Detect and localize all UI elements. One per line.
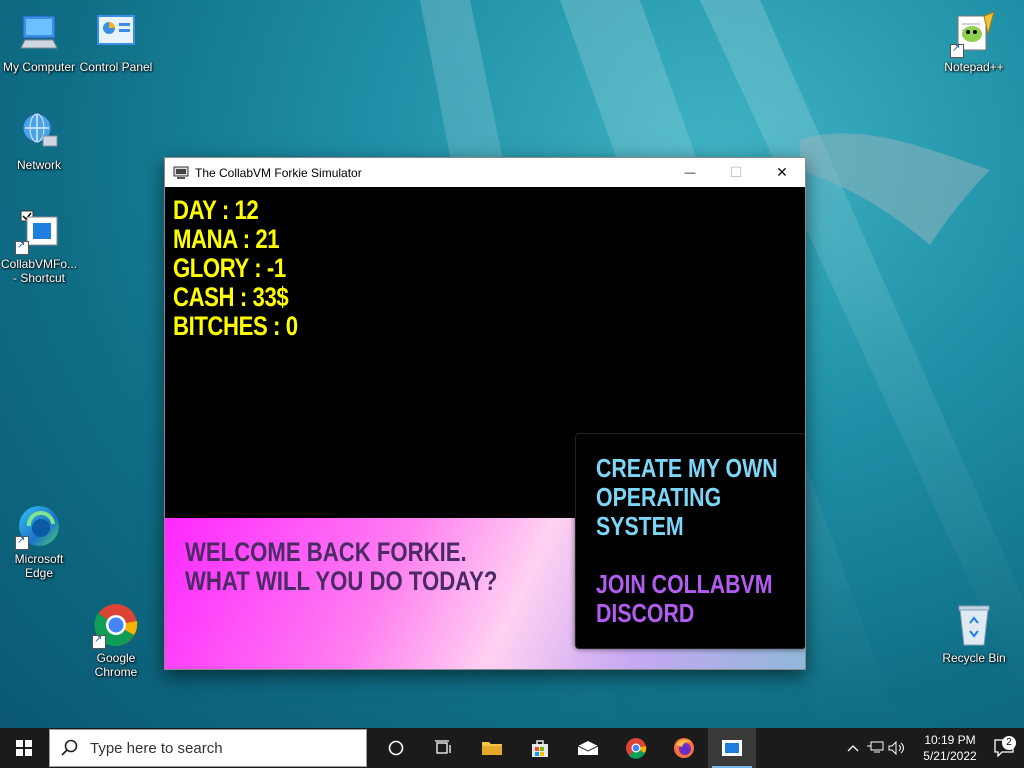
stat-day: DAY : 12	[173, 195, 259, 225]
desktop-icon-edge[interactable]: Microsoft Edge	[1, 502, 77, 580]
desktop-icon-chrome[interactable]: Google Chrome	[78, 601, 154, 679]
desktop-icon-label: Google Chrome	[94, 651, 138, 679]
desktop-icon-label: Control Panel	[79, 60, 153, 74]
window-title: The CollabVM Forkie Simulator	[195, 165, 362, 180]
join-discord-line-2: DISCORD	[596, 598, 695, 628]
stat-mana: MANA : 21	[173, 224, 280, 254]
app-window-icon	[722, 740, 742, 756]
search-icon	[50, 739, 90, 757]
taskbar-search-box[interactable]: Type here to search	[49, 729, 367, 767]
action-menu: CREATE MY OWN OPERATING SYSTEM JOIN COLL…	[575, 433, 805, 649]
welcome-line-1: WELCOME BACK FORKIE.	[185, 537, 467, 567]
app-window: The CollabVM Forkie Simulator — ☐ ✕ DAY …	[164, 157, 806, 670]
shortcut-arrow-icon	[92, 633, 106, 649]
stat-glory: GLORY : -1	[173, 253, 286, 283]
folder-icon	[482, 742, 502, 755]
welcome-message: WELCOME BACK FORKIE. WHAT WILL YOU DO TO…	[185, 538, 497, 596]
cortana-button[interactable]	[372, 728, 420, 768]
edge-icon	[15, 502, 63, 550]
start-button[interactable]	[0, 728, 48, 768]
taskbar: Type here to search 10:19 PM 5/21/2022 2	[0, 728, 1024, 768]
notepadpp-icon	[950, 10, 998, 58]
stat-bitches: BITCHES : 0	[173, 311, 298, 341]
close-button[interactable]: ✕	[759, 158, 805, 187]
network-icon	[15, 108, 63, 156]
window-controls: — ☐ ✕	[667, 158, 805, 187]
maximize-button[interactable]: ☐	[713, 158, 759, 187]
forkie-simulator-taskbar-button[interactable]	[708, 728, 756, 768]
window-titlebar[interactable]: The CollabVM Forkie Simulator — ☐ ✕	[165, 158, 805, 187]
task-view-button[interactable]	[420, 728, 468, 768]
desktop-icon-my-computer[interactable]: My Computer	[1, 10, 77, 74]
file-explorer-button[interactable]	[468, 728, 516, 768]
create-os-line-1: CREATE MY OWN	[596, 453, 778, 483]
mail-button[interactable]	[564, 728, 612, 768]
desktop-icon-collabvm-shortcut[interactable]: CollabVMFo... - Shortcut	[1, 207, 77, 285]
shortcut-arrow-icon	[950, 42, 964, 58]
desktop-icon-label: Microsoft Edge	[14, 552, 64, 580]
taskbar-clock[interactable]: 10:19 PM 5/21/2022	[916, 732, 984, 764]
firefox-taskbar-button[interactable]	[660, 728, 708, 768]
chevron-up-icon[interactable]	[842, 744, 864, 752]
clock-time: 10:19 PM	[924, 733, 976, 747]
chrome-icon	[92, 601, 140, 649]
computer-icon	[15, 10, 63, 58]
desktop-icon-label: Notepad++	[944, 60, 1004, 74]
shortcut-arrow-icon	[15, 534, 29, 550]
recycle-bin-icon	[950, 601, 998, 649]
volume-icon[interactable]	[886, 741, 908, 755]
notification-center-button[interactable]: 2	[984, 736, 1024, 757]
mail-icon	[577, 741, 599, 755]
chrome-taskbar-button[interactable]	[612, 728, 660, 768]
app-icon	[173, 166, 189, 179]
store-icon	[532, 740, 548, 757]
search-placeholder: Type here to search	[90, 739, 223, 757]
clock-date: 5/21/2022	[923, 749, 977, 763]
shortcut-arrow-icon	[15, 239, 29, 255]
desktop-icon-recycle-bin[interactable]: Recycle Bin	[936, 601, 1012, 665]
firefox-icon	[674, 738, 694, 758]
desktop-icon-network[interactable]: Network	[1, 108, 77, 172]
store-button[interactable]	[516, 728, 564, 768]
stat-cash: CASH : 33$	[173, 282, 289, 312]
desktop-icon-label: Recycle Bin	[942, 651, 1006, 665]
cortana-icon	[388, 740, 404, 756]
stats-panel: DAY : 12 MANA : 21 GLORY : -1 CASH : 33$…	[173, 196, 325, 341]
notification-badge: 2	[1002, 736, 1016, 750]
create-os-line-2: OPERATING	[596, 482, 722, 512]
game-canvas: DAY : 12 MANA : 21 GLORY : -1 CASH : 33$…	[165, 188, 805, 669]
desktop-icon-label: CollabVMFo... - Shortcut	[1, 257, 78, 285]
desktop-icon-label: My Computer	[2, 60, 76, 74]
chrome-icon	[626, 738, 647, 759]
desktop-icon-control-panel[interactable]: Control Panel	[78, 10, 154, 74]
network-icon[interactable]	[864, 741, 886, 755]
create-os-line-3: SYSTEM	[596, 511, 684, 541]
desktop-icon-label: Network	[16, 158, 61, 172]
task-view-icon	[435, 740, 451, 754]
join-discord-option[interactable]: JOIN COLLABVM DISCORD	[596, 570, 772, 628]
windows-logo-icon	[16, 740, 32, 756]
system-tray: 10:19 PM 5/21/2022 2	[842, 728, 1024, 768]
welcome-line-2: WHAT WILL YOU DO TODAY?	[185, 566, 498, 596]
minimize-icon: —	[684, 166, 696, 179]
close-icon: ✕	[776, 164, 788, 180]
desktop-icon-notepadpp[interactable]: Notepad++	[936, 10, 1012, 74]
minimize-button[interactable]: —	[667, 158, 713, 187]
app-window-icon	[15, 207, 63, 255]
control-panel-icon	[92, 10, 140, 58]
maximize-icon: ☐	[729, 164, 743, 180]
create-os-option[interactable]: CREATE MY OWN OPERATING SYSTEM	[596, 454, 778, 541]
join-discord-line-1: JOIN COLLABVM	[596, 569, 773, 599]
